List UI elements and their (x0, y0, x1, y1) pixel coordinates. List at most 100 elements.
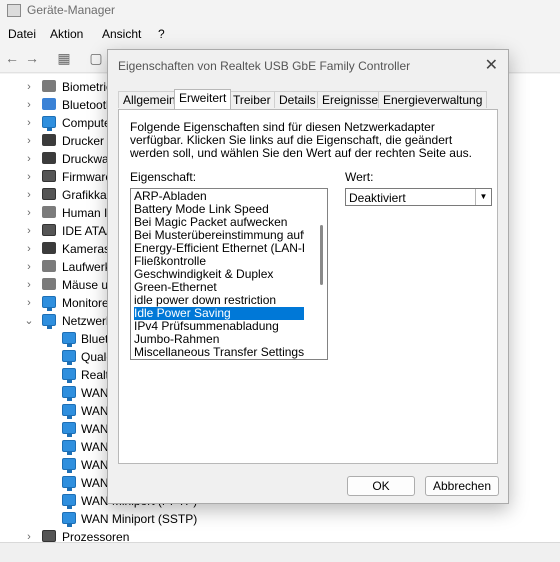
chevron-right-icon[interactable]: › (24, 114, 34, 132)
camera-icon (42, 242, 56, 254)
property-item[interactable]: Miscellaneous Transfer Settings (134, 346, 304, 359)
tab-allgemein[interactable]: Allgemein (118, 91, 181, 108)
tree-label: WAN Miniport (SSTP) (81, 512, 198, 526)
property-item-selected[interactable]: Idle Power Saving (134, 307, 304, 320)
tree-item-ide[interactable]: › IDE ATA/A (24, 222, 118, 240)
property-list-scrollbar[interactable] (315, 189, 327, 359)
chevron-right-icon[interactable]: › (24, 222, 34, 240)
chevron-right-icon[interactable]: › (24, 168, 34, 186)
tree-label: WAN (81, 386, 109, 400)
back-icon[interactable]: ← (4, 51, 20, 65)
chevron-right-icon[interactable]: › (24, 132, 34, 150)
tree-label: Drucker (62, 134, 105, 148)
properties-icon[interactable]: ▦ (56, 51, 72, 65)
tree-item-firmware[interactable]: › Firmware (24, 168, 114, 186)
menu-ansicht[interactable]: Ansicht (102, 27, 141, 41)
tab-details[interactable]: Details (274, 91, 321, 108)
property-item[interactable]: Jumbo-Rahmen (134, 333, 304, 346)
tree-label: Netzwerk (62, 314, 113, 328)
scan-icon[interactable]: ▢ (88, 51, 104, 65)
property-item[interactable]: Bei Magic Packet aufwecken (134, 216, 304, 229)
chevron-right-icon[interactable]: › (24, 258, 34, 276)
monitor-icon (42, 296, 56, 311)
tree-item-laufwerke[interactable]: › Laufwerk (24, 258, 114, 276)
property-item[interactable]: IPv4 Prüfsummenabladung (134, 320, 304, 333)
tree-label: Monitore (62, 296, 109, 310)
property-item[interactable]: Bei Musterübereinstimmung aufwecken (134, 229, 304, 242)
network-adapter-icon (62, 332, 76, 347)
chevron-right-icon[interactable]: › (24, 186, 34, 204)
property-item[interactable]: Fließkontrolle (134, 255, 304, 268)
computer-icon (42, 116, 56, 131)
cancel-button[interactable]: Abbrechen (425, 476, 499, 496)
advanced-panel: Folgende Eigenschaften sind für diesen N… (118, 109, 498, 464)
forward-icon[interactable]: → (24, 51, 40, 65)
mouse-icon (42, 278, 56, 290)
tree-item-monitore[interactable]: › Monitore (24, 294, 114, 312)
tree-item-biometric[interactable]: › Biometric (24, 78, 114, 96)
property-list[interactable]: ARP-Abladen Battery Mode Link Speed Bei … (130, 188, 328, 360)
scrollbar-thumb[interactable] (320, 225, 323, 285)
network-adapter-icon (62, 458, 76, 473)
network-adapter-icon (62, 422, 76, 437)
network-adapter-icon (62, 368, 76, 383)
tree-item-computer[interactable]: › Computer (24, 114, 115, 132)
tree-label: Human I (62, 206, 108, 220)
menu-help[interactable]: ? (158, 27, 165, 41)
value-dropdown[interactable]: Deaktiviert ▼ (345, 188, 492, 206)
dropdown-arrow-icon[interactable]: ▼ (475, 189, 491, 205)
tree-item-druckwarteschlangen[interactable]: › Druckwa (24, 150, 114, 168)
title-bar: Geräte-Manager (0, 0, 560, 22)
close-icon[interactable]: ✕ (485, 55, 498, 75)
chevron-right-icon[interactable]: › (24, 294, 34, 312)
print-queue-icon (42, 152, 56, 164)
drive-icon (42, 260, 56, 272)
tree-item-net-child[interactable]: WAN Miniport (SSTP) (62, 510, 222, 528)
tab-ereignisse[interactable]: Ereignisse (317, 91, 384, 108)
tree-item-maeuse[interactable]: › Mäuse u (24, 276, 114, 294)
network-adapter-icon (42, 314, 56, 329)
network-adapter-icon (62, 440, 76, 455)
chevron-right-icon[interactable]: › (24, 528, 34, 542)
menu-aktion[interactable]: Aktion (50, 27, 83, 41)
chevron-right-icon[interactable]: › (24, 96, 34, 114)
tree-item-grafikkarten[interactable]: › Grafikka (24, 186, 114, 204)
tree-label: Bluetooth (62, 98, 113, 112)
property-item[interactable]: Energy-Efficient Ethernet (LAN-Energie) (134, 242, 304, 255)
property-item[interactable]: Geschwindigkeit & Duplex (134, 268, 304, 281)
menu-bar: Datei Aktion Ansicht ? (0, 24, 560, 44)
property-item[interactable]: idle power down restriction (134, 294, 304, 307)
tree-label: WAN (81, 440, 109, 454)
chevron-right-icon[interactable]: › (24, 204, 34, 222)
tree-item-hid[interactable]: › Human I (24, 204, 114, 222)
ok-button[interactable]: OK (347, 476, 415, 496)
chevron-right-icon[interactable]: › (24, 276, 34, 294)
ide-controller-icon (42, 224, 56, 236)
tree-label: Mäuse u (62, 278, 109, 292)
property-item[interactable]: ARP-Abladen (134, 190, 304, 203)
chevron-right-icon[interactable]: › (24, 240, 34, 258)
tree-label: Kameras (62, 242, 111, 256)
tree-item-netzwerkadapter[interactable]: ⌄ Netzwerk (24, 312, 114, 330)
chevron-right-icon[interactable]: › (24, 78, 34, 96)
tree-item-bluetooth[interactable]: › Bluetooth (24, 96, 114, 114)
menu-datei[interactable]: Datei (8, 27, 36, 41)
network-adapter-icon (62, 476, 76, 491)
property-item[interactable]: Battery Mode Link Speed (134, 203, 304, 216)
display-adapter-icon (42, 188, 56, 200)
description-text: Folgende Eigenschaften sind für diesen N… (130, 120, 472, 160)
tree-label: Biometric (62, 80, 113, 94)
tree-item-prozessoren[interactable]: › Prozessoren (24, 528, 134, 542)
tree-item-kameras[interactable]: › Kameras (24, 240, 114, 258)
chevron-down-icon[interactable]: ⌄ (24, 312, 34, 330)
network-adapter-icon (62, 404, 76, 419)
tab-treiber[interactable]: Treiber (228, 91, 276, 108)
tab-erweitert[interactable]: Erweitert (174, 89, 232, 109)
tree-item-drucker[interactable]: › Drucker (24, 132, 114, 150)
network-adapter-icon (62, 386, 76, 401)
chevron-right-icon[interactable]: › (24, 150, 34, 168)
tree-label: WAN (81, 422, 109, 436)
tree-label: WAN (81, 476, 109, 490)
property-item[interactable]: Green-Ethernet (134, 281, 304, 294)
tab-energieverwaltung[interactable]: Energieverwaltung (378, 91, 488, 108)
